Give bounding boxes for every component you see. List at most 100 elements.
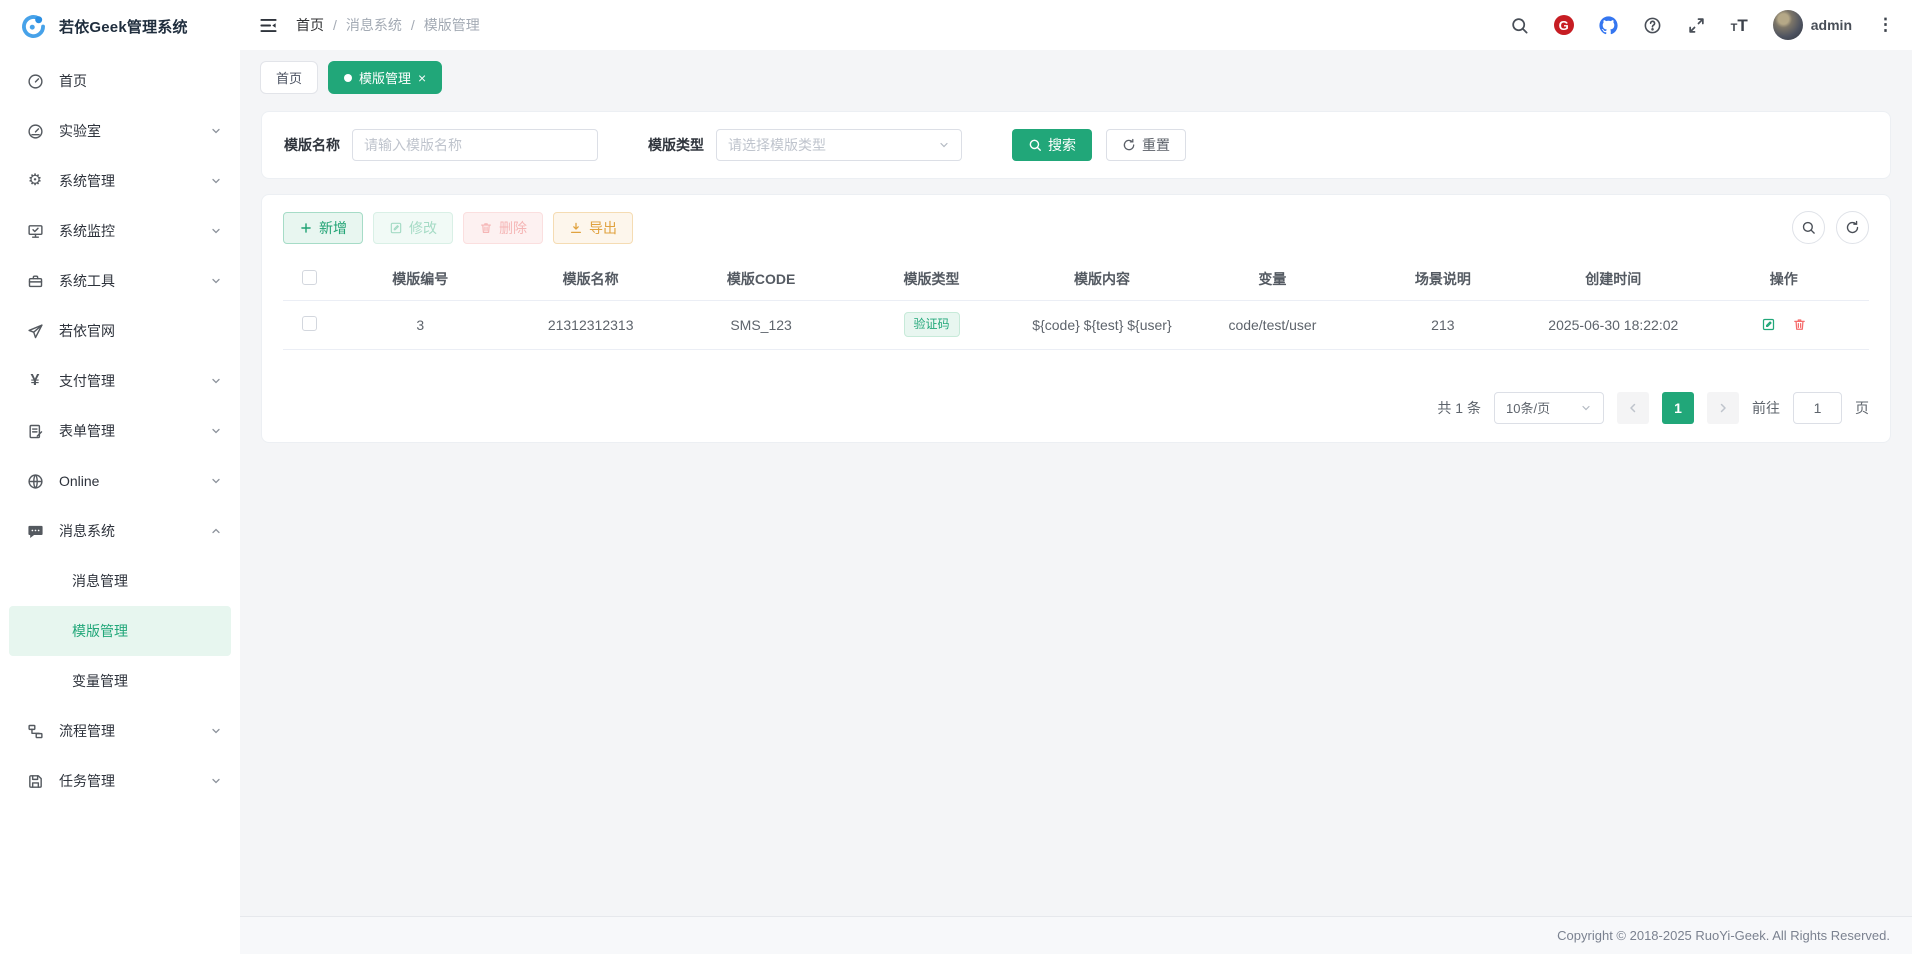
toolbox-icon: [26, 272, 44, 290]
template-type-select[interactable]: 请选择模版类型: [716, 129, 962, 161]
row-delete-icon[interactable]: [1792, 317, 1807, 332]
page-number-1[interactable]: 1: [1662, 392, 1694, 424]
row-edit-icon[interactable]: [1761, 317, 1776, 332]
font-size-small-glyph: T: [1731, 23, 1738, 34]
breadcrumb-separator: /: [333, 17, 337, 33]
avatar: [1773, 10, 1803, 40]
close-icon[interactable]: ×: [418, 71, 426, 85]
export-button[interactable]: 导出: [553, 212, 633, 244]
help-icon[interactable]: [1643, 16, 1662, 35]
page-size-select[interactable]: 10条/页: [1494, 392, 1604, 424]
prev-page-button[interactable]: [1617, 392, 1649, 424]
sidebar-item-payment-management[interactable]: ¥ 支付管理: [0, 356, 240, 406]
paper-plane-icon: [26, 322, 44, 340]
tab-label: 模版管理: [359, 68, 411, 87]
cell-scene: 213: [1358, 300, 1528, 349]
username: admin: [1811, 17, 1852, 33]
sidebar-item-label: 消息系统: [59, 521, 195, 541]
sidebar-item-label: 模版管理: [72, 621, 213, 641]
sidebar-item-task-management[interactable]: 任务管理: [0, 756, 240, 806]
sidebar-item-label: 消息管理: [72, 571, 222, 591]
sidebar-menu: 首页 实验室 ⚙ 系统管理 系统监控 系统工具: [0, 52, 240, 806]
search-button-label: 搜索: [1048, 135, 1076, 155]
reset-button[interactable]: 重置: [1106, 129, 1186, 161]
select-placeholder: 请选择模版类型: [728, 135, 826, 155]
sidebar-item-home[interactable]: 首页: [0, 56, 240, 106]
template-name-input[interactable]: [364, 137, 586, 153]
sidebar-item-message-system[interactable]: 消息系统: [0, 506, 240, 556]
font-size-big-glyph: T: [1737, 17, 1747, 34]
edit-button[interactable]: 修改: [373, 212, 453, 244]
app-logo-row[interactable]: 若依Geek管理系统: [0, 0, 240, 52]
pagination: 共 1 条 10条/页 1 前往 页: [283, 392, 1869, 424]
sidebar-item-message-management[interactable]: 消息管理: [0, 556, 240, 606]
add-button-label: 新增: [319, 218, 347, 238]
page-unit-label: 页: [1855, 398, 1869, 418]
sidebar-item-process-management[interactable]: 流程管理: [0, 706, 240, 756]
next-page-button[interactable]: [1707, 392, 1739, 424]
tab-label: 首页: [276, 68, 302, 87]
table-row[interactable]: 3 21312312313 SMS_123 验证码 ${code} ${test…: [283, 300, 1869, 349]
sidebar-item-label: 实验室: [59, 121, 195, 141]
main-area: 首页 / 消息系统 / 模版管理 G TT: [240, 0, 1912, 954]
sidebar-item-system-monitor[interactable]: 系统监控: [0, 206, 240, 256]
chevron-down-icon: [210, 125, 222, 137]
sidebar-item-online[interactable]: Online: [0, 456, 240, 506]
form-document-icon: [26, 422, 44, 440]
message-bubble-icon: [26, 522, 44, 540]
col-header-content: 模版内容: [1017, 259, 1187, 300]
sidebar-item-lab[interactable]: 实验室: [0, 106, 240, 156]
cell-template-code: SMS_123: [676, 300, 846, 349]
chevron-down-icon: [938, 139, 950, 151]
row-checkbox[interactable]: [302, 316, 317, 331]
col-header-type: 模版类型: [846, 259, 1016, 300]
page-size-value: 10条/页: [1506, 398, 1550, 417]
breadcrumb-item-template-management: 模版管理: [424, 15, 480, 35]
goto-page-input[interactable]: [1793, 392, 1842, 424]
select-all-checkbox[interactable]: [302, 270, 317, 285]
more-options-icon[interactable]: ⋮: [1877, 15, 1894, 35]
goto-label: 前往: [1752, 398, 1780, 418]
sidebar-item-label: 系统管理: [59, 171, 195, 191]
tab-template-management[interactable]: 模版管理 ×: [328, 61, 442, 94]
sidebar-item-system-tools[interactable]: 系统工具: [0, 256, 240, 306]
breadcrumb-item-home[interactable]: 首页: [296, 15, 324, 35]
sidebar-item-official-site[interactable]: 若依官网: [0, 306, 240, 356]
sidebar-item-label: 表单管理: [59, 421, 195, 441]
app-logo-icon: [20, 13, 47, 40]
sidebar-item-label: Online: [59, 473, 195, 489]
user-menu[interactable]: admin: [1773, 10, 1852, 40]
show-search-toggle-button[interactable]: [1792, 211, 1825, 244]
chevron-down-icon: [210, 225, 222, 237]
font-size-icon[interactable]: TT: [1731, 17, 1748, 34]
row-actions: [1699, 317, 1870, 332]
refresh-table-button[interactable]: [1836, 211, 1869, 244]
tab-home[interactable]: 首页: [260, 61, 318, 94]
sidebar-item-form-management[interactable]: 表单管理: [0, 406, 240, 456]
topbar: 首页 / 消息系统 / 模版管理 G TT: [240, 0, 1912, 50]
sidebar-collapse-icon[interactable]: [259, 16, 278, 35]
search-icon[interactable]: [1510, 16, 1529, 35]
col-header-variables: 变量: [1187, 259, 1357, 300]
gitee-icon[interactable]: G: [1554, 15, 1574, 35]
chevron-down-icon: [210, 775, 222, 787]
app-title: 若依Geek管理系统: [59, 16, 188, 37]
delete-button[interactable]: 删除: [463, 212, 543, 244]
col-header-created: 创建时间: [1528, 259, 1698, 300]
chevron-down-icon: [210, 275, 222, 287]
sidebar-item-variable-management[interactable]: 变量管理: [0, 656, 240, 706]
col-header-name: 模版名称: [505, 259, 675, 300]
breadcrumb-separator: /: [411, 17, 415, 33]
table-panel: 新增 修改 删除 导出: [261, 194, 1891, 443]
tabs-bar: 首页 模版管理 ×: [240, 50, 1912, 94]
github-icon[interactable]: [1599, 16, 1618, 35]
chevron-down-icon: [1580, 402, 1592, 414]
search-button[interactable]: 搜索: [1012, 129, 1092, 161]
fullscreen-icon[interactable]: [1687, 16, 1706, 35]
dashboard-icon: [26, 72, 44, 90]
sidebar-item-system-management[interactable]: ⚙ 系统管理: [0, 156, 240, 206]
add-button[interactable]: 新增: [283, 212, 363, 244]
sidebar-item-label: 系统监控: [59, 221, 195, 241]
sidebar-item-template-management[interactable]: 模版管理: [9, 606, 231, 656]
chevron-down-icon: [210, 725, 222, 737]
